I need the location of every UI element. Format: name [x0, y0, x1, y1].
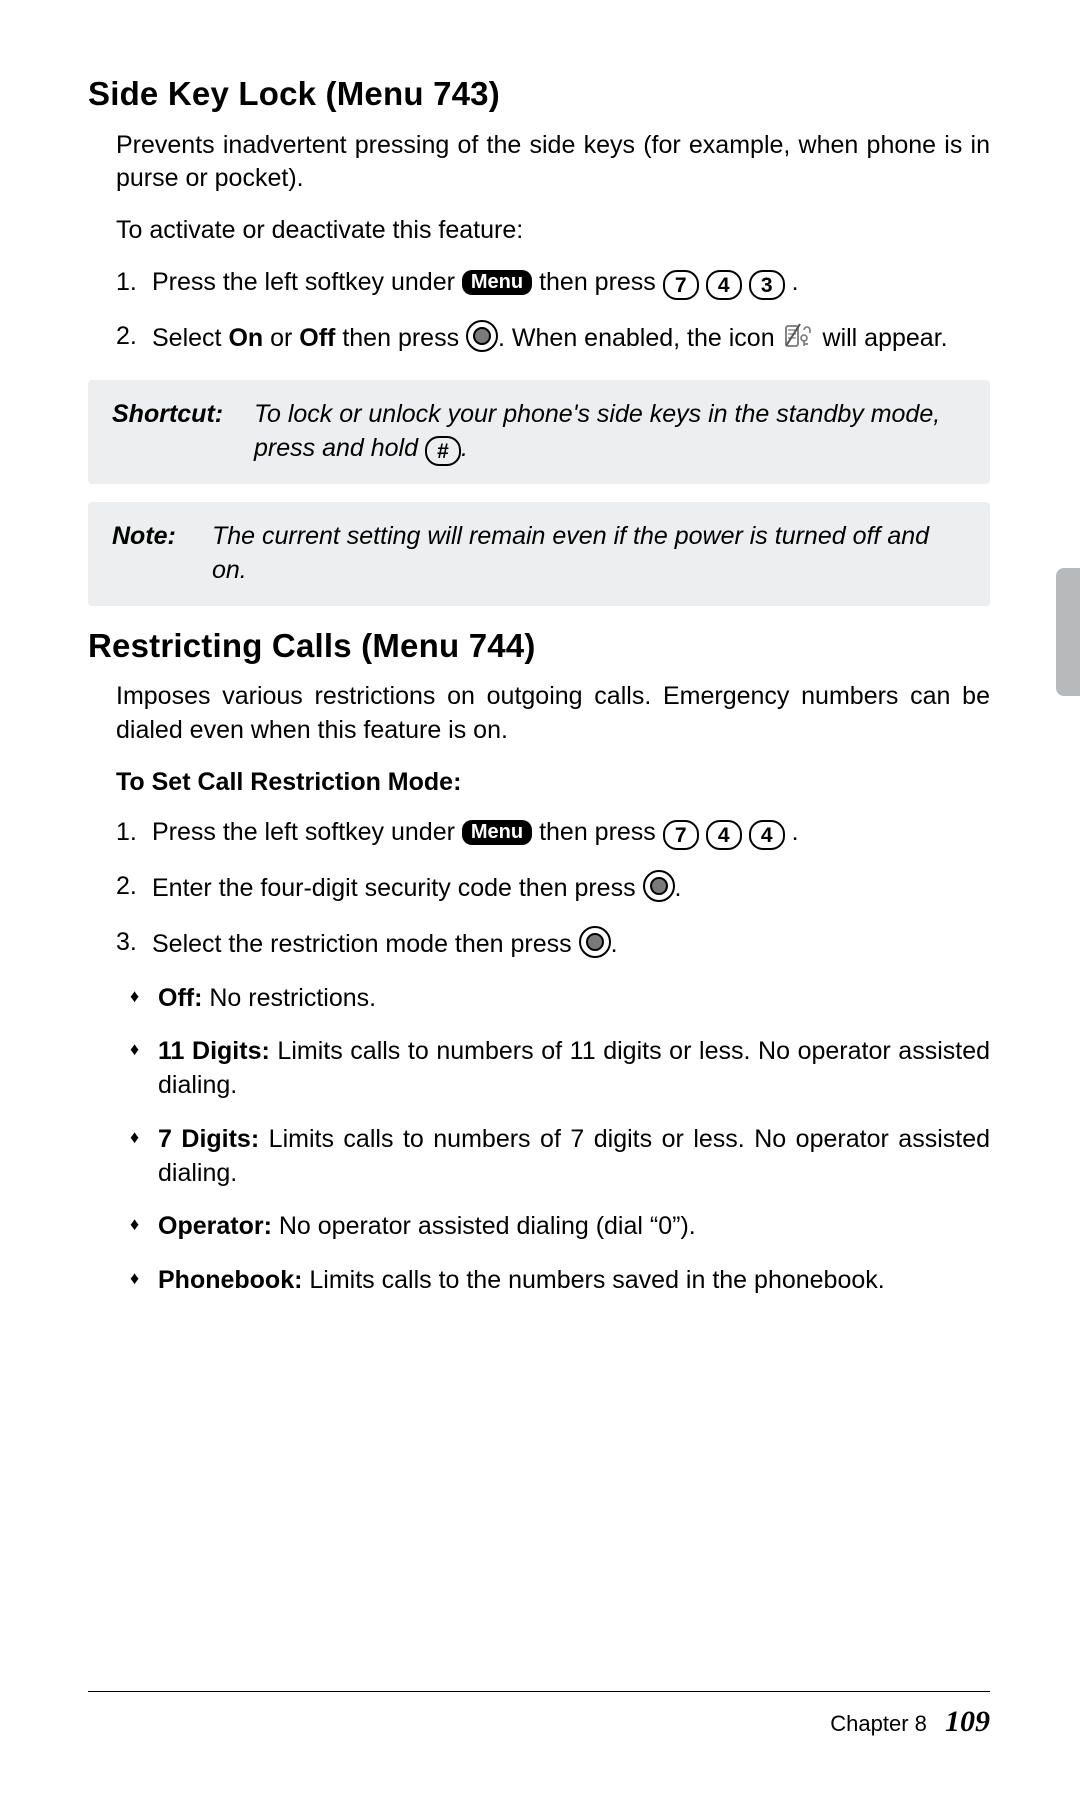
paragraph: Imposes various restrictions on outgoing… — [116, 680, 990, 748]
key-hash-icon: # — [425, 436, 461, 466]
list-item: ♦ Phonebook: Limits calls to the numbers… — [130, 1264, 990, 1298]
list-number: 2. — [116, 870, 152, 906]
list-number: 2. — [116, 320, 152, 360]
bullet-diamond-icon: ♦ — [130, 1035, 158, 1103]
list-item: ♦ Off: No restrictions. — [130, 982, 990, 1016]
key-4-icon: 4 — [706, 270, 742, 300]
footer-rule — [88, 1691, 990, 1692]
menu-softkey-icon: Menu — [462, 270, 532, 295]
heading-side-key-lock: Side Key Lock (Menu 743) — [88, 72, 990, 117]
bullet-diamond-icon: ♦ — [130, 1123, 158, 1191]
list-item: ♦ 11 Digits: Limits calls to numbers of … — [130, 1035, 990, 1103]
callout-body: The current setting will remain even if … — [212, 520, 970, 588]
list-item: ♦ 7 Digits: Limits calls to numbers of 7… — [130, 1123, 990, 1191]
key-3-icon: 3 — [749, 270, 785, 300]
subheading: To Set Call Restriction Mode: — [116, 766, 990, 800]
menu-softkey-icon: Menu — [462, 820, 532, 845]
list-number: 3. — [116, 926, 152, 962]
callout-body: To lock or unlock your phone's side keys… — [254, 398, 970, 466]
key-4-icon: 4 — [706, 820, 742, 850]
bullet-diamond-icon: ♦ — [130, 1210, 158, 1244]
bullet-diamond-icon: ♦ — [130, 1264, 158, 1298]
list-item: 3. Select the restriction mode then pres… — [116, 926, 990, 962]
callout-label: Note: — [112, 520, 194, 588]
list-item: 1. Press the left softkey under Menu the… — [116, 816, 990, 851]
side-key-lock-icon — [784, 322, 814, 360]
heading-restricting-calls: Restricting Calls (Menu 744) — [88, 624, 990, 669]
list-item: 1. Press the left softkey under Menu the… — [116, 266, 990, 301]
list-item: 2. Select On or Off then press . When en… — [116, 320, 990, 360]
key-4-icon: 4 — [749, 820, 785, 850]
ok-button-icon — [643, 870, 675, 902]
shortcut-callout: Shortcut: To lock or unlock your phone's… — [88, 380, 990, 484]
page-edge-tab — [1056, 568, 1080, 696]
page-number: 109 — [945, 1705, 990, 1738]
ok-button-icon — [466, 320, 498, 352]
paragraph: Prevents inadvertent pressing of the sid… — [116, 129, 990, 197]
page-footer: Chapter 8 109 — [88, 1691, 990, 1743]
section-restricting-calls: Restricting Calls (Menu 744) Imposes var… — [88, 624, 990, 1298]
list-item: 2. Enter the four-digit security code th… — [116, 870, 990, 906]
list-item: ♦ Operator: No operator assisted dialing… — [130, 1210, 990, 1244]
chapter-label: Chapter 8 — [830, 1711, 927, 1736]
bullet-diamond-icon: ♦ — [130, 982, 158, 1016]
callout-label: Shortcut: — [112, 398, 236, 466]
note-callout: Note: The current setting will remain ev… — [88, 502, 990, 606]
list-number: 1. — [116, 266, 152, 301]
list-number: 1. — [116, 816, 152, 851]
section-side-key-lock: Side Key Lock (Menu 743) Prevents inadve… — [88, 72, 990, 606]
key-7-icon: 7 — [663, 270, 699, 300]
ok-button-icon — [579, 926, 611, 958]
paragraph: To activate or deactivate this feature: — [116, 214, 990, 248]
key-7-icon: 7 — [663, 820, 699, 850]
